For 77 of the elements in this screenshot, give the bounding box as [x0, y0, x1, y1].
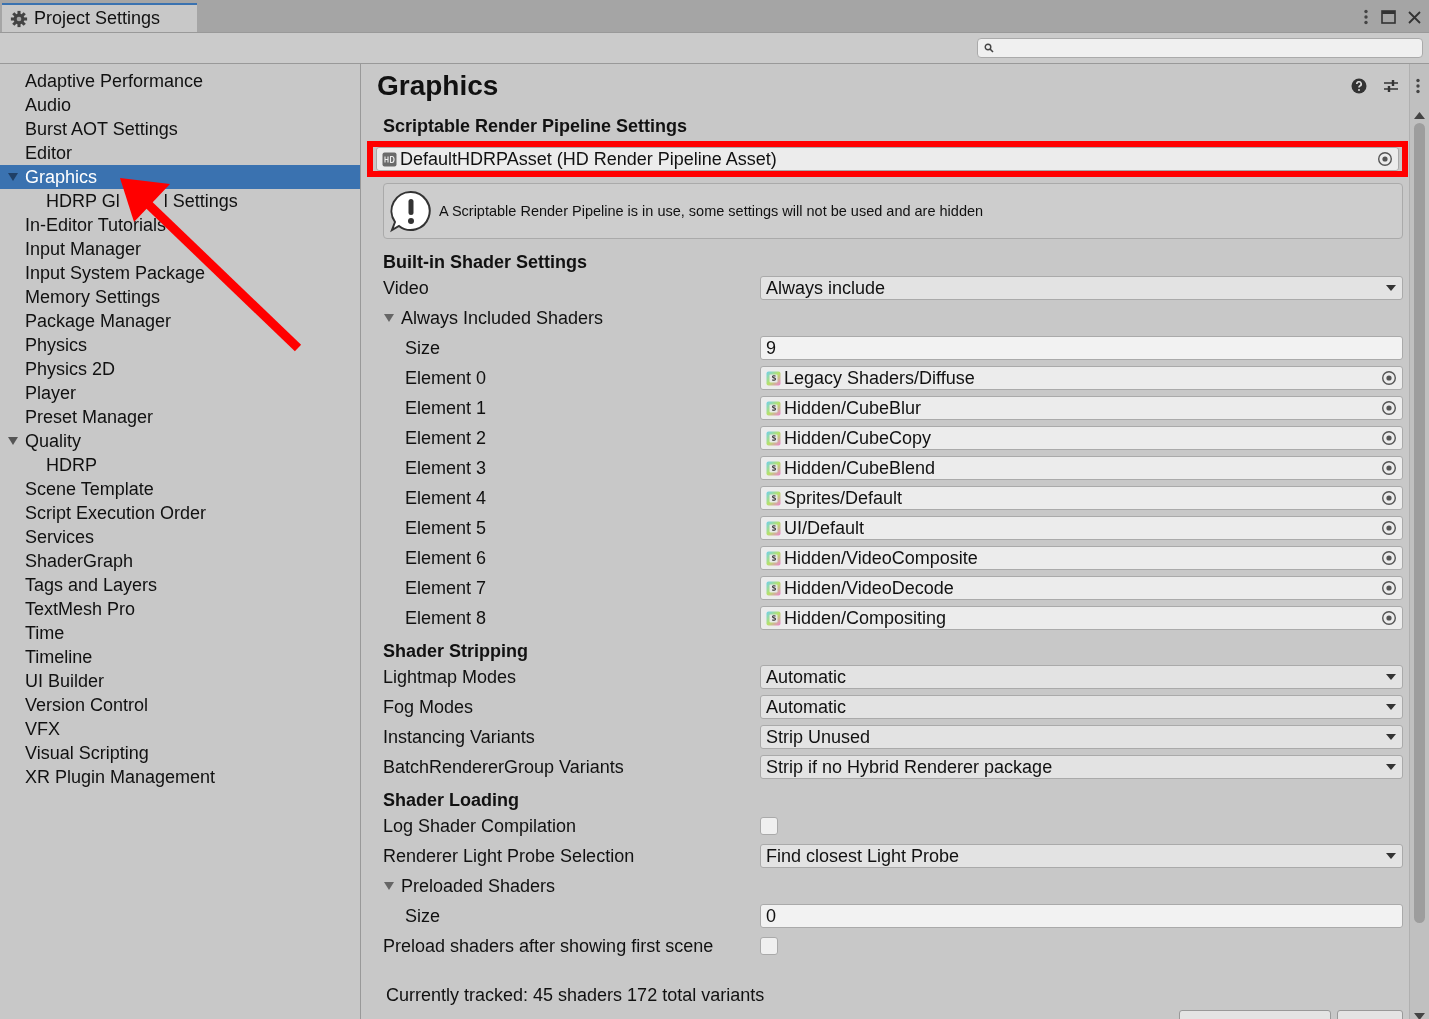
object-field[interactable]: Legacy Shaders/Diffuse [760, 366, 1403, 390]
sidebar-item[interactable]: Physics [0, 333, 360, 357]
sidebar-item[interactable]: Editor [0, 141, 360, 165]
section-heading: Shader Stripping [383, 641, 528, 662]
section-heading: Built-in Shader Settings [383, 252, 587, 273]
sidebar-item[interactable]: ShaderGraph [0, 549, 360, 573]
field-label: BatchRendererGroup Variants [383, 756, 625, 778]
sidebar-item[interactable]: Timeline [0, 645, 360, 669]
sidebar-item[interactable]: Scene Template [0, 477, 360, 501]
object-field[interactable]: Hidden/CubeBlur [760, 396, 1403, 420]
field-label: Element 4 [404, 487, 488, 509]
field-label: Element 1 [404, 397, 488, 419]
sidebar-item[interactable]: Version Control [0, 693, 360, 717]
dropdown[interactable]: Strip Unused [760, 725, 1403, 749]
sidebar-item[interactable]: Player [0, 381, 360, 405]
field-label: Element 5 [404, 517, 488, 539]
sidebar-item[interactable]: UI Builder [0, 669, 360, 693]
sidebar-item[interactable]: Script Execution Order [0, 501, 360, 525]
sidebar-item[interactable]: Visual Scripting [0, 741, 360, 765]
field-label: Size [404, 337, 441, 359]
object-field[interactable]: DefaultHDRPAsset (HD Render Pipeline Asset) [376, 147, 1399, 171]
object-field[interactable]: Hidden/CubeBlend [760, 456, 1403, 480]
dropdown[interactable]: Automatic [760, 695, 1403, 719]
section-heading: Shader Loading [383, 790, 519, 811]
foldout-header[interactable]: Always Included Shaders [383, 303, 1403, 333]
sidebar-item[interactable]: HDRP Gl l Settings [0, 189, 360, 213]
field-label: Element 7 [404, 577, 488, 599]
field-label: Size [404, 905, 441, 927]
sidebar-item[interactable]: Input Manager [0, 237, 360, 261]
sidebar-item[interactable]: Input System Package [0, 261, 360, 285]
field-label: Preload shaders after showing first scene [383, 935, 715, 957]
dropdown[interactable]: Find closest Light Probe [760, 844, 1403, 868]
field-label: Element 0 [404, 367, 488, 389]
info-text: A Scriptable Render Pipeline is in use, some settings will not be used and are hidden [439, 203, 984, 219]
sidebar-item[interactable]: HDRP [0, 453, 360, 477]
sidebar-item[interactable]: Preset Manager [0, 405, 360, 429]
sidebar-item[interactable]: Package Manager [0, 309, 360, 333]
sidebar-item[interactable]: In-Editor Tutorials [0, 213, 360, 237]
object-field[interactable]: Sprites/Default [760, 486, 1403, 510]
field-label: Fog Modes [383, 696, 475, 718]
number-field[interactable]: 9 [760, 336, 1403, 360]
sidebar-item[interactable]: XR Plugin Management [0, 765, 360, 789]
number-field[interactable]: 0 [760, 904, 1403, 928]
field-label: Instancing Variants [383, 726, 536, 748]
object-field[interactable]: Hidden/CubeCopy [760, 426, 1403, 450]
sidebar-item[interactable]: Quality [0, 429, 360, 453]
status-text: Currently tracked: 45 shaders 172 total variants [386, 985, 765, 1005]
sidebar-item[interactable]: Adaptive Performance [0, 69, 360, 93]
object-field[interactable]: Hidden/Compositing [760, 606, 1403, 630]
object-field[interactable]: Hidden/VideoDecode [760, 576, 1403, 600]
sidebar-item[interactable]: Burst AOT Settings [0, 117, 360, 141]
sidebar-item[interactable]: Physics 2D [0, 357, 360, 381]
field-label: Element 2 [404, 427, 488, 449]
sidebar-item[interactable]: Memory Settings [0, 285, 360, 309]
sidebar-item[interactable]: Time [0, 621, 360, 645]
field-label: Renderer Light Probe Selection [383, 845, 636, 867]
field-label: Element 3 [404, 457, 488, 479]
dropdown[interactable]: Strip if no Hybrid Renderer package [760, 755, 1403, 779]
panel-title: Graphics [377, 70, 499, 102]
sidebar-item[interactable]: VFX [0, 717, 360, 741]
object-field[interactable]: Hidden/VideoComposite [760, 546, 1403, 570]
sidebar-item[interactable]: TextMesh Pro [0, 597, 360, 621]
dropdown[interactable]: Automatic [760, 665, 1403, 689]
dropdown[interactable]: Always include [760, 276, 1403, 300]
section-heading: Scriptable Render Pipeline Settings [383, 116, 688, 137]
field-label: Lightmap Modes [383, 666, 518, 688]
field-label: Video [383, 277, 430, 299]
field-label: Log Shader Compilation [383, 815, 578, 837]
sidebar-item[interactable]: Audio [0, 93, 360, 117]
field-label: Element 6 [404, 547, 488, 569]
field-label: Element 8 [404, 607, 488, 629]
foldout-header[interactable]: Preloaded Shaders [383, 871, 1403, 901]
sidebar-item[interactable]: Tags and Layers [0, 573, 360, 597]
sidebar-item[interactable]: Services [0, 525, 360, 549]
object-field[interactable]: UI/Default [760, 516, 1403, 540]
window-tab[interactable]: Project Settings [2, 3, 197, 32]
sidebar-item[interactable]: Graphics [0, 165, 360, 189]
